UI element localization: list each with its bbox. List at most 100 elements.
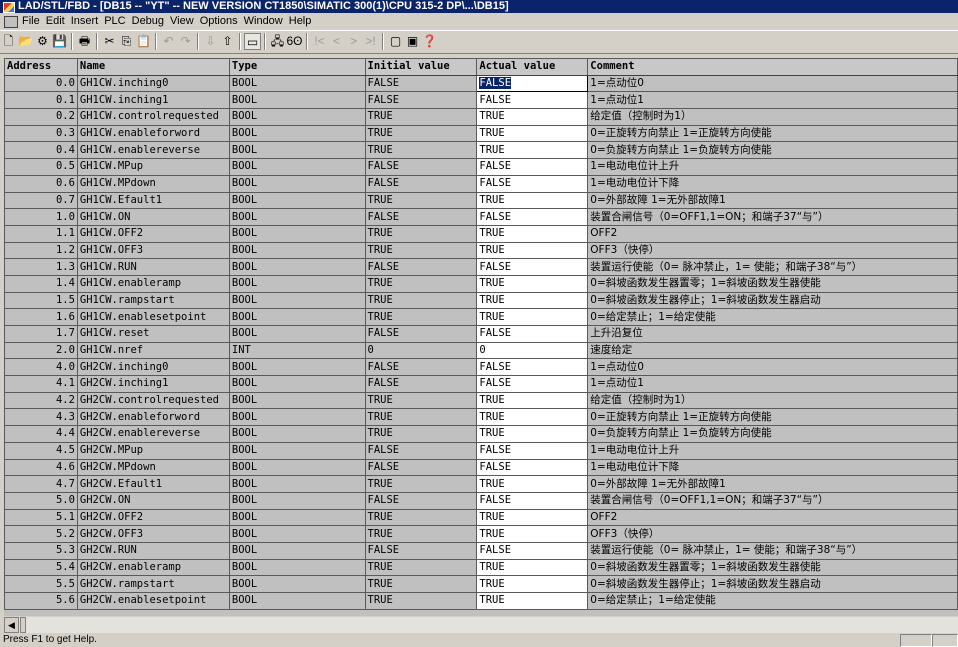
table-row[interactable]: 5.2 GH2CW.OFF3 BOOL TRUE TRUE OFF3（快停）	[4, 525, 958, 543]
table-row[interactable]: 2.0 GH1CW.nref INT 0 0 速度给定	[4, 341, 958, 360]
cell-actual-value[interactable]: FALSE	[476, 174, 589, 193]
prev-icon[interactable]: <	[328, 33, 345, 50]
monitor-glasses-icon[interactable]: 6ʘ	[286, 33, 303, 50]
table-row[interactable]: 1.1 GH1CW.OFF2 BOOL TRUE TRUE OFF2	[4, 224, 958, 243]
table-row[interactable]: 4.5 GH2CW.MPup BOOL FALSE FALSE 1=电动电位计上升	[4, 441, 958, 460]
help-pointer-icon[interactable]: ❓	[421, 33, 438, 50]
table-row[interactable]: 0.7 GH1CW.Efault1 BOOL TRUE TRUE 0=外部故障 1=无外部…	[4, 191, 958, 210]
table-row[interactable]: 0.5 GH1CW.MPup BOOL FALSE FALSE 1=电动电位计上升	[4, 158, 958, 176]
column-header-initial-value[interactable]: Initial value	[364, 58, 478, 76]
column-header-actual-value[interactable]: Actual value	[476, 58, 589, 76]
table-row[interactable]: 0.4 GH1CW.enablereverse BOOL TRUE TRUE 0=负旋转方…	[4, 141, 958, 160]
table-row[interactable]: 1.7 GH1CW.reset BOOL FALSE FALSE 上升沿复位	[4, 325, 958, 343]
menu-debug[interactable]: Debug	[130, 13, 168, 29]
undo-icon[interactable]: ↶	[160, 33, 177, 50]
cell-actual-value[interactable]: TRUE	[476, 475, 589, 493]
cell-actual-value[interactable]: TRUE	[476, 525, 589, 543]
table-row[interactable]: 5.6 GH2CW.enablesetpoint BOOL TRUE TRUE 0=给定禁…	[4, 592, 958, 610]
cell-actual-value[interactable]: FALSE	[476, 325, 589, 343]
column-header-name[interactable]: Name	[76, 58, 230, 76]
cell-actual-value[interactable]: FALSE	[476, 358, 589, 377]
first-icon[interactable]: !<	[311, 33, 328, 50]
cell-actual-value[interactable]: TRUE	[476, 108, 589, 126]
table-row[interactable]: 0.1 GH1CW.inching1 BOOL FALSE FALSE 1=点动位1	[4, 91, 958, 110]
cell-actual-value[interactable]: TRUE	[476, 592, 589, 610]
menu-edit[interactable]: Edit	[44, 13, 69, 29]
horizontal-scrollbar[interactable]: ◀	[4, 617, 958, 633]
table-row[interactable]: 4.4 GH2CW.enablereverse BOOL TRUE TRUE 0=负旋转方…	[4, 425, 958, 443]
cell-actual-value[interactable]: TRUE	[476, 191, 589, 210]
accessible-nodes-icon[interactable]: ⚙	[34, 33, 51, 50]
cell-actual-value[interactable]: TRUE	[476, 558, 589, 577]
column-header-comment[interactable]: Comment	[587, 58, 958, 76]
menu-view[interactable]: View	[168, 13, 198, 29]
table-row[interactable]: 4.3 GH2CW.enableforword BOOL TRUE TRUE 0=正旋转方…	[4, 408, 958, 427]
scroll-thumb[interactable]	[20, 617, 26, 633]
column-header-type[interactable]: Type	[228, 58, 366, 76]
cell-actual-value[interactable]: FALSE	[476, 91, 589, 110]
redo-icon[interactable]: ↷	[177, 33, 194, 50]
cell-actual-value[interactable]: FALSE	[476, 258, 589, 276]
table-row[interactable]: 5.5 GH2CW.rampstart BOOL TRUE TRUE 0=斜坡函数发生器停…	[4, 575, 958, 593]
overview-icon[interactable]: ▢	[387, 33, 404, 50]
print-icon[interactable]: 🖶	[76, 33, 93, 50]
cell-actual-value[interactable]: 0	[476, 341, 589, 360]
copy-icon[interactable]: ⎘	[118, 33, 135, 50]
cell-actual-value[interactable]: TRUE	[476, 508, 589, 527]
table-row[interactable]: 0.6 GH1CW.MPdown BOOL FALSE FALSE 1=电动电位计下降	[4, 174, 958, 193]
cell-actual-value[interactable]: TRUE	[476, 291, 589, 310]
menu-plc[interactable]: PLC	[102, 13, 129, 29]
table-row[interactable]: 4.1 GH2CW.inching1 BOOL FALSE FALSE 1=点动位1	[4, 375, 958, 393]
cell-actual-value[interactable]: FALSE	[476, 74, 589, 93]
cell-actual-value[interactable]: TRUE	[476, 124, 589, 143]
table-row[interactable]: 5.0 GH2CW.ON BOOL FALSE FALSE 装置合闸信号（0=OFF1,1…	[4, 491, 958, 510]
network-icon[interactable]: 🖧	[269, 33, 286, 50]
table-row[interactable]: 1.5 GH1CW.rampstart BOOL TRUE TRUE 0=斜坡函数发生器停…	[4, 291, 958, 310]
table-row[interactable]: 4.6 GH2CW.MPdown BOOL FALSE FALSE 1=电动电位计下降	[4, 458, 958, 477]
cell-actual-value[interactable]: TRUE	[476, 575, 589, 593]
cell-actual-value[interactable]: TRUE	[476, 391, 589, 410]
menu-help[interactable]: Help	[287, 13, 316, 29]
new-icon[interactable]: 🗋	[0, 33, 17, 50]
download-icon[interactable]: ⇩	[202, 33, 219, 50]
menu-insert[interactable]: Insert	[69, 13, 103, 29]
table-row[interactable]: 1.0 GH1CW.ON BOOL FALSE FALSE 装置合闸信号（0=OFF1,1…	[4, 208, 958, 226]
cell-actual-value[interactable]: TRUE	[476, 274, 589, 293]
cell-actual-value[interactable]: FALSE	[476, 491, 589, 510]
save-icon[interactable]: 💾	[51, 33, 68, 50]
table-row[interactable]: 5.1 GH2CW.OFF2 BOOL TRUE TRUE OFF2	[4, 508, 958, 527]
cell-actual-value[interactable]: TRUE	[476, 241, 589, 260]
next-icon[interactable]: >	[345, 33, 362, 50]
open-icon[interactable]: 📂	[17, 33, 34, 50]
column-header-address[interactable]: Address	[4, 58, 78, 76]
document-menu-icon[interactable]	[4, 16, 18, 28]
cell-actual-value[interactable]: FALSE	[476, 441, 589, 460]
menu-options[interactable]: Options	[198, 13, 242, 29]
table-row[interactable]: 4.7 GH2CW.Efault1 BOOL TRUE TRUE 0=外部故障 1=无外部…	[4, 475, 958, 493]
scroll-left-icon[interactable]: ◀	[4, 617, 19, 633]
last-icon[interactable]: >!	[362, 33, 379, 50]
table-row[interactable]: 1.2 GH1CW.OFF3 BOOL TRUE TRUE OFF3（快停）	[4, 241, 958, 260]
cell-actual-value[interactable]: FALSE	[476, 541, 589, 560]
table-row[interactable]: 1.4 GH1CW.enableramp BOOL TRUE TRUE 0=斜坡函数发生器…	[4, 274, 958, 293]
table-row[interactable]: 4.2 GH2CW.controlrequested BOOL TRUE TRUE 给定值…	[4, 391, 958, 410]
table-row[interactable]: 1.6 GH1CW.enablesetpoint BOOL TRUE TRUE 0=给定禁…	[4, 308, 958, 326]
cell-actual-value[interactable]: TRUE	[476, 425, 589, 443]
cell-actual-value[interactable]: TRUE	[476, 141, 589, 160]
cell-actual-value[interactable]: TRUE	[476, 224, 589, 243]
monitor-icon[interactable]: ▭	[244, 33, 261, 50]
cell-actual-value[interactable]: FALSE	[476, 208, 589, 226]
menu-window[interactable]: Window	[242, 13, 287, 29]
table-row[interactable]: 1.3 GH1CW.RUN BOOL FALSE FALSE 装置运行使能（0= 脉冲禁止…	[4, 258, 958, 276]
table-row[interactable]: 5.3 GH2CW.RUN BOOL FALSE FALSE 装置运行使能（0= 脉冲禁止…	[4, 541, 958, 560]
cell-actual-value[interactable]: FALSE	[476, 375, 589, 393]
upload-icon[interactable]: ⇧	[219, 33, 236, 50]
table-row[interactable]: 0.0 GH1CW.inching0 BOOL FALSE FALSE 1=点动位0	[4, 74, 958, 93]
selected-value[interactable]: FALSE	[479, 77, 512, 90]
cell-actual-value[interactable]: TRUE	[476, 308, 589, 326]
cut-icon[interactable]: ✂	[101, 33, 118, 50]
table-row[interactable]: 4.0 GH2CW.inching0 BOOL FALSE FALSE 1=点动位0	[4, 358, 958, 377]
cell-actual-value[interactable]: FALSE	[476, 458, 589, 477]
table-row[interactable]: 0.3 GH1CW.enableforword BOOL TRUE TRUE 0=正旋转方…	[4, 124, 958, 143]
details-icon[interactable]: ▣	[404, 33, 421, 50]
